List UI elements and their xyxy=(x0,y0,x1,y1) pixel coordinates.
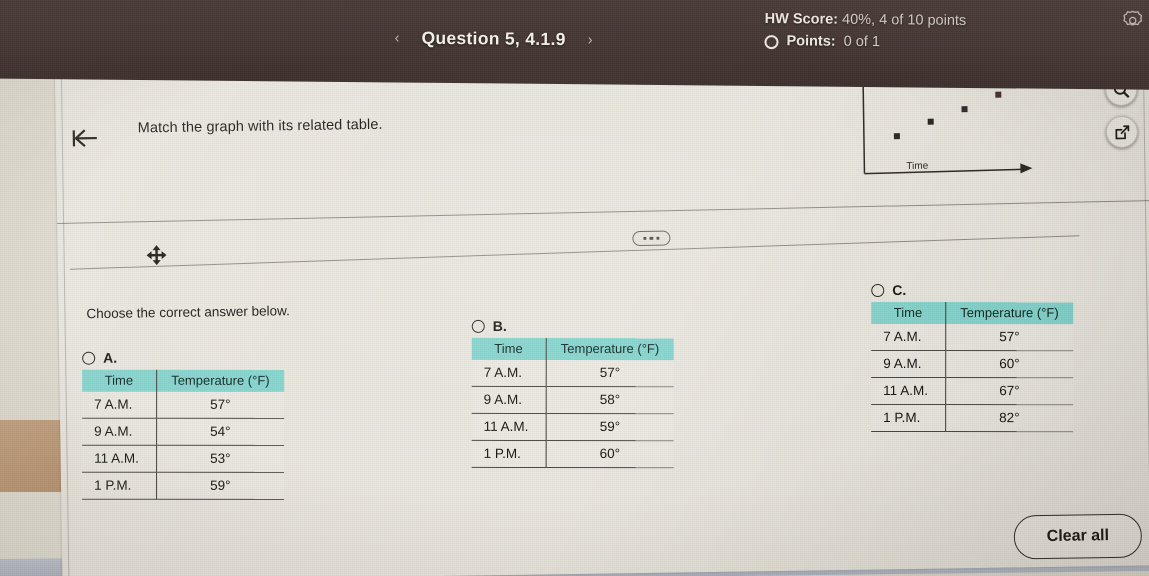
cell-temperature: 67° xyxy=(945,377,1074,405)
answer-option-c-letter: C. xyxy=(892,282,907,299)
cell-time: 1 P.M. xyxy=(471,440,546,468)
more-options-button[interactable] xyxy=(632,230,671,247)
cell-time: 9 A.M. xyxy=(82,418,157,446)
clear-all-button[interactable]: Clear all xyxy=(1013,513,1143,560)
column-header-temperature: Temperature (°F) xyxy=(945,302,1074,325)
answer-table-b: Time Temperature (°F) 7 A.M. 57° 9 A.M. … xyxy=(471,337,674,469)
cell-time: 11 A.M. xyxy=(871,377,946,405)
cell-temperature: 82° xyxy=(945,404,1074,432)
answer-option-b-header[interactable]: B. xyxy=(471,317,674,334)
cell-temperature: 60° xyxy=(545,440,674,468)
cell-temperature: 59° xyxy=(156,472,285,500)
cell-temperature: 57° xyxy=(156,391,285,419)
cell-temperature: 60° xyxy=(945,350,1074,378)
cell-time: 1 P.M. xyxy=(82,472,157,500)
radio-button-a[interactable] xyxy=(82,351,96,365)
points-line: Points: 0 of 1 xyxy=(764,30,966,54)
answer-option-a-letter: A. xyxy=(103,349,118,366)
photographed-screen: Match the graph with its related table. xyxy=(0,0,1149,576)
cell-time: 1 P.M. xyxy=(871,404,946,432)
cell-temperature: 54° xyxy=(156,418,285,446)
dot xyxy=(656,236,660,240)
column-header-time: Time xyxy=(871,301,946,325)
column-header-temperature: Temperature (°F) xyxy=(156,369,285,392)
answer-option-c[interactable]: C. Time Temperature (°F) 7 A.M. 57° 9 A.… xyxy=(871,282,1074,433)
answer-option-a[interactable]: A. Time Temperature (°F) 7 A.M. 57° 9 A.… xyxy=(82,350,285,500)
cell-time: 7 A.M. xyxy=(471,359,546,387)
section-divider-bottom xyxy=(69,235,1080,270)
answer-option-b-letter: B. xyxy=(492,317,507,334)
answer-option-b[interactable]: B. Time Temperature (°F) 7 A.M. 57° 9 A.… xyxy=(471,317,674,469)
table-row: 11 A.M. 67° xyxy=(871,377,1074,405)
table-header-row: Time Temperature (°F) xyxy=(871,301,1074,325)
hw-score-line: HW Score: 40%, 4 of 10 points xyxy=(765,8,967,32)
cell-temperature: 57° xyxy=(545,359,674,387)
table-row: 9 A.M. 58° xyxy=(471,386,674,414)
question-navigator: ‹ Question 5, 4.1.9 › xyxy=(394,27,592,50)
points-value: 0 of 1 xyxy=(843,34,880,51)
question-title: Question 5, 4.1.9 xyxy=(421,27,566,50)
table-row: 1 P.M. 60° xyxy=(471,440,674,468)
cell-time: 7 A.M. xyxy=(82,391,157,419)
table-row: 11 A.M. 53° xyxy=(82,445,285,473)
hw-score-value: 40%, 4 of 10 points xyxy=(842,11,967,29)
table-header-row: Time Temperature (°F) xyxy=(82,369,285,392)
table-row: 11 A.M. 59° xyxy=(471,413,674,441)
cell-temperature: 58° xyxy=(545,386,674,414)
answer-option-c-header[interactable]: C. xyxy=(871,282,1073,298)
chevron-left-icon[interactable]: ‹ xyxy=(394,29,399,46)
points-label: Points: xyxy=(786,33,836,51)
answer-option-a-header[interactable]: A. xyxy=(82,350,284,366)
app-header-bar: Review ‹ Question 5, 4.1.9 › HW Score: 4… xyxy=(0,0,1149,90)
table-row: 7 A.M. 57° xyxy=(871,323,1074,351)
cell-temperature: 59° xyxy=(545,413,674,441)
chevron-right-icon[interactable]: › xyxy=(588,31,593,48)
radio-button-b[interactable] xyxy=(471,319,485,333)
background-band-tan xyxy=(0,420,62,492)
answer-table-c: Time Temperature (°F) 7 A.M. 57° 9 A.M. … xyxy=(871,301,1074,433)
radio-button-c[interactable] xyxy=(871,283,885,297)
hw-score-label: HW Score: xyxy=(764,11,839,28)
cell-time: 11 A.M. xyxy=(471,413,546,441)
column-header-time: Time xyxy=(471,337,546,360)
gear-icon[interactable] xyxy=(1122,9,1144,31)
choose-answer-label: Choose the correct answer below. xyxy=(86,303,290,322)
table-row: 1 P.M. 59° xyxy=(82,472,285,500)
cell-time: 9 A.M. xyxy=(871,350,946,378)
table-row: 9 A.M. 60° xyxy=(871,350,1074,378)
section-divider-top xyxy=(57,199,1149,224)
cell-time: 7 A.M. xyxy=(871,323,946,351)
cell-temperature: 57° xyxy=(945,324,1074,351)
points-radio-icon xyxy=(764,34,779,49)
background-left-strip xyxy=(0,36,62,422)
score-box: HW Score: 40%, 4 of 10 points Points: 0 … xyxy=(764,8,966,55)
back-to-start-icon[interactable] xyxy=(68,125,102,152)
column-header-time: Time xyxy=(82,369,157,392)
x-axis-label: Time xyxy=(906,160,929,173)
dot xyxy=(649,236,654,240)
table-row: 1 P.M. 82° xyxy=(871,404,1074,432)
table-row: 7 A.M. 57° xyxy=(471,359,674,387)
table-row: 7 A.M. 57° xyxy=(82,391,285,419)
question-prompt: Match the graph with its related table. xyxy=(137,116,383,137)
pop-out-icon xyxy=(1114,124,1129,139)
move-handle-icon[interactable] xyxy=(145,244,167,266)
table-row: 9 A.M. 54° xyxy=(82,418,285,446)
column-header-temperature: Temperature (°F) xyxy=(545,337,674,361)
dot xyxy=(643,236,647,241)
cell-time: 11 A.M. xyxy=(82,445,157,473)
answer-table-a: Time Temperature (°F) 7 A.M. 57° 9 A.M. … xyxy=(82,369,285,500)
cell-temperature: 53° xyxy=(156,445,285,473)
question-page: Match the graph with its related table. xyxy=(55,47,1149,576)
cell-time: 9 A.M. xyxy=(471,386,546,414)
table-header-row: Time Temperature (°F) xyxy=(471,337,674,361)
